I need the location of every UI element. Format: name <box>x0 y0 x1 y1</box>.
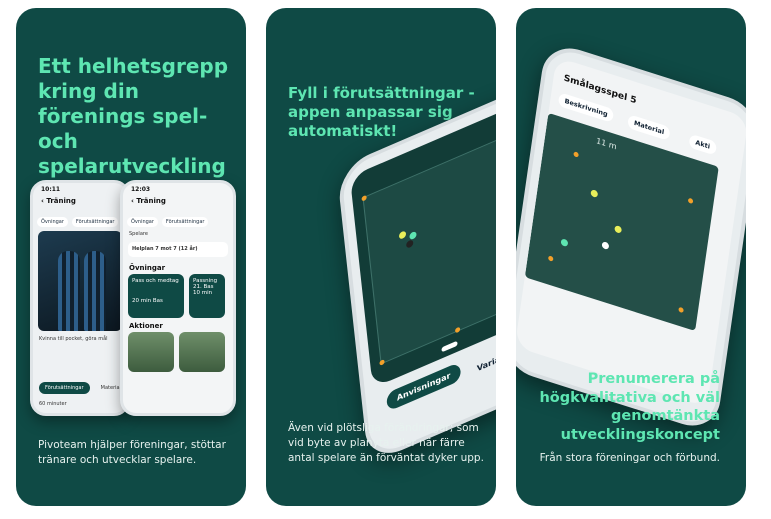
cone-marker <box>573 151 579 158</box>
page-indicator <box>440 340 458 353</box>
player-figure <box>84 251 106 331</box>
phone-right-mockup: 12:03 ‹ Träning Övningar Förutsättningar … <box>120 180 236 416</box>
drill-detail-screen: Smålagsspel 5 Beskrivning Material Akti … <box>516 56 746 408</box>
card-badge: Bas <box>152 298 163 304</box>
panel-1-headline: Ett helhetsgrepp kring din förenings spe… <box>38 54 229 178</box>
players-sub: Spelare <box>129 231 148 237</box>
chip-ovningar[interactable]: Övningar <box>37 217 68 227</box>
image-caption: Kvinna till pocket, göra mål <box>39 336 108 342</box>
duration-label: 60 minuter <box>39 401 67 407</box>
action-video-thumb[interactable] <box>179 332 225 372</box>
action-video-thumb[interactable] <box>128 332 174 372</box>
cone-marker <box>379 359 385 366</box>
panel-3-headline: Prenumerera på högkvalitativa och väl ge… <box>539 371 720 443</box>
pitch-diagram <box>361 130 496 366</box>
promo-panel-1: Ett helhetsgrepp kring din förenings spe… <box>16 8 246 506</box>
player-marker <box>398 230 407 240</box>
chip-forutsattningar[interactable]: Förutsättningar <box>161 217 209 227</box>
cone-marker <box>361 194 367 202</box>
section-aktioner[interactable]: Aktioner <box>123 318 233 332</box>
pitch-size-label: 11 m <box>595 136 618 152</box>
panel-2-caption: Även vid plötsliga förändringar; som vid… <box>288 422 484 464</box>
screen-title-text: Träning <box>136 197 166 205</box>
cone-marker <box>687 197 694 205</box>
card-time: 10 min <box>193 290 213 296</box>
drill-screen <box>349 102 496 389</box>
promo-panel-2: Fyll i förutsättningar - appen anpassar … <box>266 8 496 506</box>
chip-ovningar[interactable]: Övningar <box>127 217 158 227</box>
card-title: Pass och medtag <box>132 278 179 284</box>
screen-title: ‹ Träning <box>131 197 166 205</box>
tab-variationer[interactable]: Variationer <box>476 343 496 373</box>
phone-left-mockup: 10:11 ‹ Träning Övningar Förutsättningar … <box>30 180 130 416</box>
exercise-card[interactable]: Passning 21. Bas 10 min <box>189 274 225 318</box>
screen-title-text: Träning <box>46 197 76 205</box>
tag-material[interactable]: Material <box>627 114 672 142</box>
pill-forutsattningar[interactable]: Förutsättningar <box>39 382 90 394</box>
player-marker <box>560 238 569 248</box>
screen-title: ‹ Träning <box>41 197 76 205</box>
cone-marker <box>547 255 554 262</box>
cone-marker <box>678 306 684 314</box>
panel-3-caption: Från stora föreningar och förbund. <box>539 452 720 464</box>
players-photo <box>38 231 122 331</box>
status-time: 12:03 <box>131 186 151 193</box>
tag-aktioner[interactable]: Akti <box>688 133 717 156</box>
player-figure <box>58 251 80 331</box>
panel-1-caption: Pivoteam hjälper föreningar, stöttar trä… <box>38 439 226 466</box>
player-marker <box>590 189 599 199</box>
card-time: 20 min <box>132 298 152 304</box>
exercise-card[interactable]: Pass och medtag 20 min Bas <box>128 274 184 318</box>
status-time: 10:11 <box>41 186 61 193</box>
player-marker <box>614 224 623 234</box>
player-marker <box>601 241 610 251</box>
chip-forutsattningar[interactable]: Förutsättningar <box>71 217 119 227</box>
cone-marker <box>454 326 461 334</box>
player-marker <box>405 239 414 249</box>
field-setting-row[interactable]: Helplan 7 mot 7 (12 år) <box>128 242 228 257</box>
promo-panel-3: Smålagsspel 5 Beskrivning Material Akti … <box>516 8 746 506</box>
section-ovningar[interactable]: Övningar <box>123 260 233 274</box>
